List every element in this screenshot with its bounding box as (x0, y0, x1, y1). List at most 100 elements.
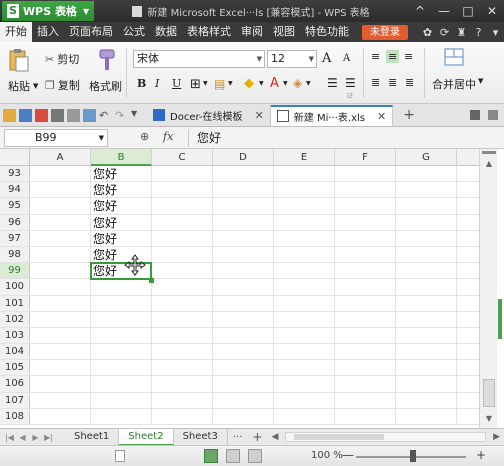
ribbon-collapse-button[interactable]: ^ (408, 4, 432, 18)
font-size-select[interactable]: 12 ▼ (267, 50, 317, 68)
grid-cell[interactable] (152, 263, 213, 279)
grid-cell[interactable] (152, 198, 213, 214)
grid-cell[interactable]: 您好 (91, 230, 152, 246)
align-bottom-icon[interactable]: ≡ (404, 50, 413, 63)
grid-cell[interactable] (213, 408, 274, 424)
row-header[interactable]: 103 (0, 327, 30, 344)
grid-cell[interactable] (30, 360, 91, 376)
grid-cell[interactable] (335, 408, 396, 424)
shirt-icon[interactable]: ♜ (453, 26, 470, 39)
chevron-down-icon[interactable]: ▼ (283, 80, 288, 87)
zoom-search-icon[interactable]: ⊕ (140, 130, 149, 143)
help-icon[interactable]: ? (470, 26, 487, 39)
redo-icon[interactable]: ↷ (115, 109, 128, 122)
grid-cell[interactable] (396, 246, 457, 263)
font-color-icon[interactable]: A (270, 76, 279, 91)
zoom-in-button[interactable]: + (476, 448, 486, 462)
horizontal-scrollbar[interactable] (285, 432, 487, 442)
grid-cell[interactable] (213, 392, 274, 408)
zoom-out-button[interactable]: — (342, 448, 354, 462)
grid-cell[interactable] (30, 327, 91, 344)
merge-cells-icon[interactable]: ▤ (214, 77, 225, 91)
clear-format-icon[interactable]: ◈ (293, 76, 302, 90)
menu-item-data[interactable]: 数据 (150, 22, 182, 42)
grid-cell[interactable] (152, 295, 213, 311)
bold-button[interactable]: B (137, 77, 146, 90)
normal-view-icon[interactable] (204, 449, 218, 463)
grid-cell[interactable] (213, 198, 274, 214)
grid-cell[interactable] (274, 198, 335, 214)
grid-cell[interactable] (335, 295, 396, 311)
app-menu-button[interactable]: S WPS 表格 ▼ (2, 1, 95, 21)
grid-cell[interactable] (91, 360, 152, 376)
grid-cell[interactable] (30, 392, 91, 408)
italic-button[interactable]: I (155, 77, 159, 90)
cut-button[interactable]: ✂ 剪切 (45, 51, 79, 67)
select-all-corner[interactable] (0, 149, 30, 166)
scrollbar-thumb[interactable] (483, 379, 495, 407)
grid-cell[interactable] (274, 327, 335, 344)
grid-cell[interactable] (335, 166, 396, 182)
grid-cell[interactable] (30, 295, 91, 311)
sheet-tab-sheet3[interactable]: Sheet3 (174, 428, 228, 446)
close-button[interactable]: ✕ (480, 4, 504, 18)
chevron-down-icon[interactable]: ▼ (306, 80, 311, 87)
scroll-down-icon[interactable]: ▼ (480, 412, 498, 426)
grid-cell[interactable]: 您好 (91, 166, 152, 182)
menu-item-view[interactable]: 视图 (268, 22, 300, 42)
border-icon[interactable]: ⊞ (190, 77, 201, 92)
tab-workbook[interactable]: 新建 Mi···表.xls ✕ (270, 104, 394, 126)
tab-docer[interactable]: Docer-在线模板 ✕ (147, 104, 271, 126)
grid-cell[interactable] (30, 214, 91, 230)
border-dropdown-icon[interactable]: ▼ (203, 80, 208, 87)
grid-cell[interactable] (152, 311, 213, 327)
fill-handle[interactable] (149, 278, 154, 283)
grid-cell[interactable] (274, 392, 335, 408)
zoom-slider-thumb[interactable] (410, 450, 416, 462)
grid-cell[interactable] (274, 279, 335, 295)
grid-cell[interactable]: 您好 (91, 214, 152, 230)
grid-cell[interactable] (274, 230, 335, 246)
grid-cell[interactable] (335, 246, 396, 263)
grid-cell[interactable] (396, 295, 457, 311)
scroll-left-icon[interactable]: ◀ (267, 432, 282, 442)
column-header-selected[interactable]: B (91, 149, 152, 166)
column-header[interactable]: E (274, 149, 335, 166)
grid-cell[interactable] (30, 182, 91, 198)
row-header[interactable]: 104 (0, 344, 30, 360)
grid-cell[interactable] (396, 392, 457, 408)
grid-cell[interactable] (274, 246, 335, 263)
merge-center-button[interactable]: 合并居中 (432, 48, 476, 92)
grid-cell[interactable] (30, 198, 91, 214)
row-header[interactable]: 106 (0, 376, 30, 392)
grid-cell[interactable]: 您好 (91, 182, 152, 198)
grid-cell[interactable] (396, 214, 457, 230)
column-header[interactable]: G (396, 149, 457, 166)
grid-cell[interactable] (213, 230, 274, 246)
page-break-view-icon[interactable] (226, 449, 240, 463)
close-icon[interactable]: ✕ (377, 110, 386, 123)
grid-cell[interactable] (274, 263, 335, 279)
menu-item-start[interactable]: 开始 (0, 22, 32, 42)
grid-cell[interactable] (274, 344, 335, 360)
grid-cell[interactable] (152, 214, 213, 230)
grid-cell[interactable] (396, 327, 457, 344)
grid-cell[interactable] (91, 408, 152, 424)
grid-cell[interactable] (335, 263, 396, 279)
grid-cell[interactable] (274, 295, 335, 311)
scrollbar-thumb[interactable] (294, 434, 385, 440)
add-sheet-button[interactable]: + (247, 430, 267, 444)
grid-cell[interactable] (274, 182, 335, 198)
row-header[interactable]: 100 (0, 279, 30, 295)
font-dialog-launcher-icon[interactable]: ◲ (347, 92, 353, 99)
export-pdf-icon[interactable] (35, 108, 48, 122)
grid-cell[interactable] (30, 344, 91, 360)
grid-cell[interactable] (91, 392, 152, 408)
grow-font-button[interactable]: A (322, 51, 331, 66)
more-sheets-button[interactable]: ··· (228, 432, 248, 443)
underline-button[interactable]: U (172, 77, 181, 90)
insert-function-button[interactable]: fx (163, 130, 173, 143)
align-top-icon[interactable]: ≡ (371, 50, 380, 63)
grid-cell[interactable] (91, 327, 152, 344)
grid-cell[interactable] (213, 327, 274, 344)
